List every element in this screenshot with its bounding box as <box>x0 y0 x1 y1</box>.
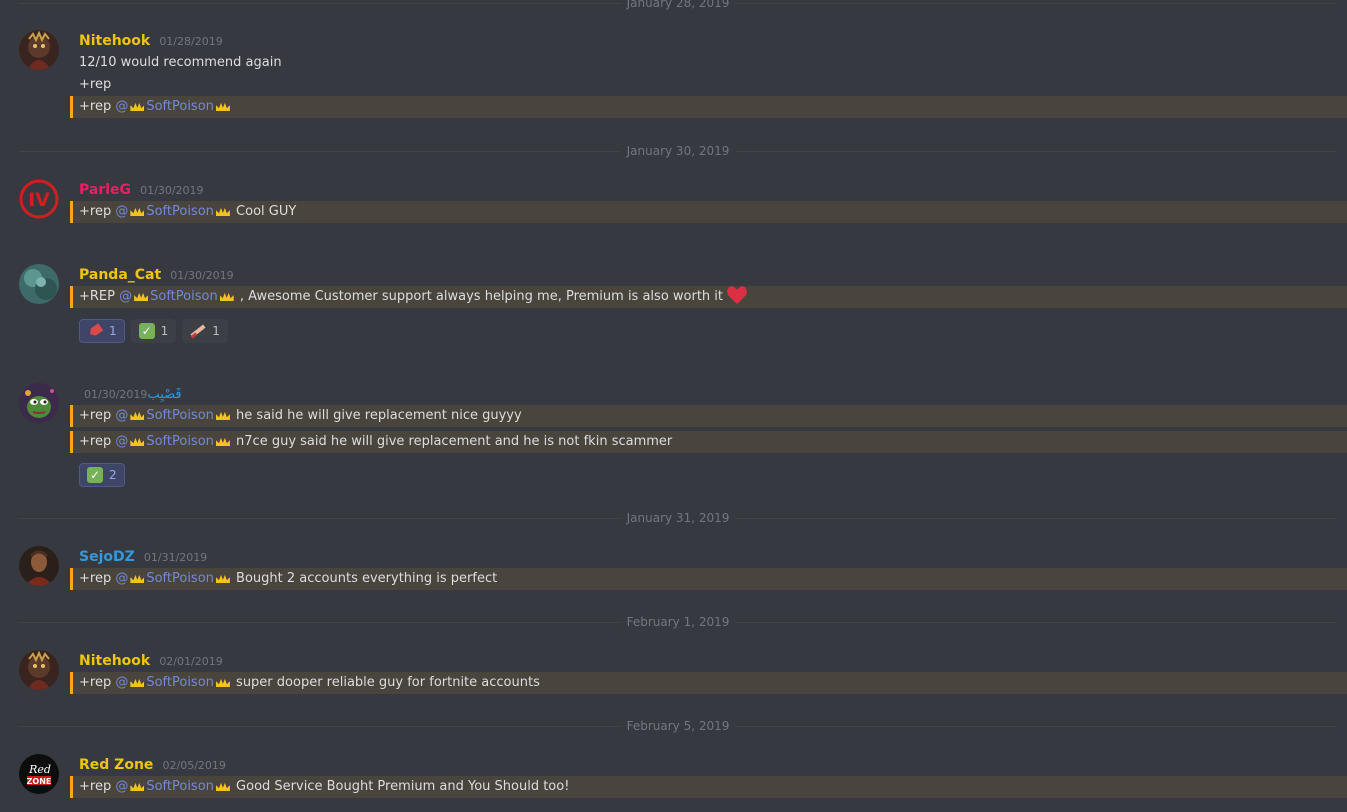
timestamp: 01/30/2019 <box>140 184 204 197</box>
avatar[interactable] <box>19 30 59 70</box>
message-text: 12/10 would recommend again <box>79 55 282 70</box>
chat-message-list[interactable]: January 28, 2019 Nitehook 01/28/2019 12/… <box>0 0 1347 812</box>
message-header: Panda_Cat 01/30/2019 <box>79 264 234 284</box>
heart-icon <box>727 286 748 304</box>
avatar[interactable]: IV <box>19 179 59 219</box>
rocket-icon <box>87 324 103 338</box>
author-name[interactable]: قَصْيِب <box>147 387 181 402</box>
message-text-mention: +rep @ SoftPoison n7ce guy said he will g… <box>70 431 1347 453</box>
author-name[interactable]: SejoDZ <box>79 549 135 565</box>
avatar-text: Red <box>28 763 51 776</box>
crown-icon <box>130 574 145 583</box>
message-text-mention: +REP @ SoftPoison , Awesome Customer supp… <box>70 286 1347 308</box>
message-header: Nitehook 02/01/2019 <box>79 650 223 670</box>
crown-icon <box>219 292 234 301</box>
crown-icon <box>130 782 145 791</box>
message-text-mention: +rep @ SoftPoison <box>70 96 1347 118</box>
reaction-bar: 1 ✓ 1 1 <box>79 319 228 343</box>
crown-icon <box>130 207 145 216</box>
reaction-check[interactable]: ✓ 2 <box>79 463 125 487</box>
avatar[interactable] <box>19 650 59 690</box>
date-divider-label: January 30, 2019 <box>619 144 737 158</box>
message-text: +rep <box>79 77 112 92</box>
avatar[interactable] <box>19 546 59 586</box>
user-mention[interactable]: @ SoftPoison <box>115 204 232 219</box>
crown-icon <box>134 292 149 301</box>
reaction-bar: ✓ 2 <box>79 463 125 487</box>
message-header: ParleG 01/30/2019 <box>79 179 204 199</box>
user-mention[interactable]: @ SoftPoison <box>115 434 232 449</box>
pencil-icon <box>190 324 206 338</box>
message-text-mention: +rep @ SoftPoison Cool GUY <box>70 201 1347 223</box>
crown-icon <box>215 411 230 420</box>
timestamp: 01/31/2019 <box>143 551 208 564</box>
message-header: Red Zone 02/05/2019 <box>79 754 226 774</box>
check-mark-icon: ✓ <box>138 323 155 339</box>
crown-icon <box>215 678 230 687</box>
reaction-pencil[interactable]: 1 <box>182 319 228 343</box>
date-divider-label: January 31, 2019 <box>619 511 737 525</box>
reaction-rocket[interactable]: 1 <box>79 319 125 343</box>
message-text-mention: +rep @ SoftPoison super dooper reliable g… <box>70 672 1347 694</box>
reaction-check[interactable]: ✓ 1 <box>130 319 177 343</box>
message-text-mention: +rep @ SoftPoison Good Service Bought Pre… <box>70 776 1347 798</box>
crown-icon <box>130 678 145 687</box>
user-mention[interactable]: @ SoftPoison <box>119 289 236 304</box>
date-divider-label: February 5, 2019 <box>619 719 737 733</box>
message-text-mention: +rep @ SoftPoison Bought 2 accounts every… <box>70 568 1347 590</box>
avatar-text: ZONE <box>27 777 52 786</box>
crown-icon <box>215 102 230 111</box>
timestamp: 02/05/2019 <box>162 759 226 772</box>
message-header: SejoDZ 01/31/2019 <box>79 546 207 566</box>
user-mention[interactable]: @ SoftPoison <box>115 675 232 690</box>
message-header: 01/30/2019قَصْيِب <box>84 383 182 403</box>
check-mark-icon: ✓ <box>87 467 103 483</box>
author-name[interactable]: Panda_Cat <box>79 267 161 283</box>
crown-icon <box>215 437 230 446</box>
avatar[interactable] <box>19 383 59 423</box>
timestamp: 01/30/2019 <box>84 388 148 401</box>
avatar-text: IV <box>28 189 50 211</box>
crown-icon <box>215 207 230 216</box>
crown-icon <box>130 437 145 446</box>
message-header: Nitehook 01/28/2019 <box>79 30 223 50</box>
timestamp: 01/28/2019 <box>159 35 223 48</box>
date-divider-label: February 1, 2019 <box>619 615 737 629</box>
author-name[interactable]: Nitehook <box>79 33 150 49</box>
author-name[interactable]: Red Zone <box>79 757 153 773</box>
date-divider-label: January 28, 2019 <box>619 0 737 10</box>
user-mention[interactable]: @ SoftPoison <box>115 571 232 586</box>
user-mention[interactable]: @ SoftPoison <box>115 779 232 794</box>
timestamp: 01/30/2019 <box>170 269 234 282</box>
avatar[interactable]: Red ZONE <box>19 754 59 794</box>
message-text-mention: +rep @ SoftPoison he said he will give re… <box>70 405 1347 427</box>
timestamp: 02/01/2019 <box>159 655 223 668</box>
crown-icon <box>130 102 145 111</box>
avatar[interactable] <box>19 264 59 304</box>
crown-icon <box>215 782 230 791</box>
crown-icon <box>130 411 145 420</box>
author-name[interactable]: ParleG <box>79 182 131 198</box>
user-mention[interactable]: @ SoftPoison <box>115 408 232 423</box>
user-mention[interactable]: @ SoftPoison <box>115 99 232 114</box>
author-name[interactable]: Nitehook <box>79 653 150 669</box>
crown-icon <box>215 574 230 583</box>
